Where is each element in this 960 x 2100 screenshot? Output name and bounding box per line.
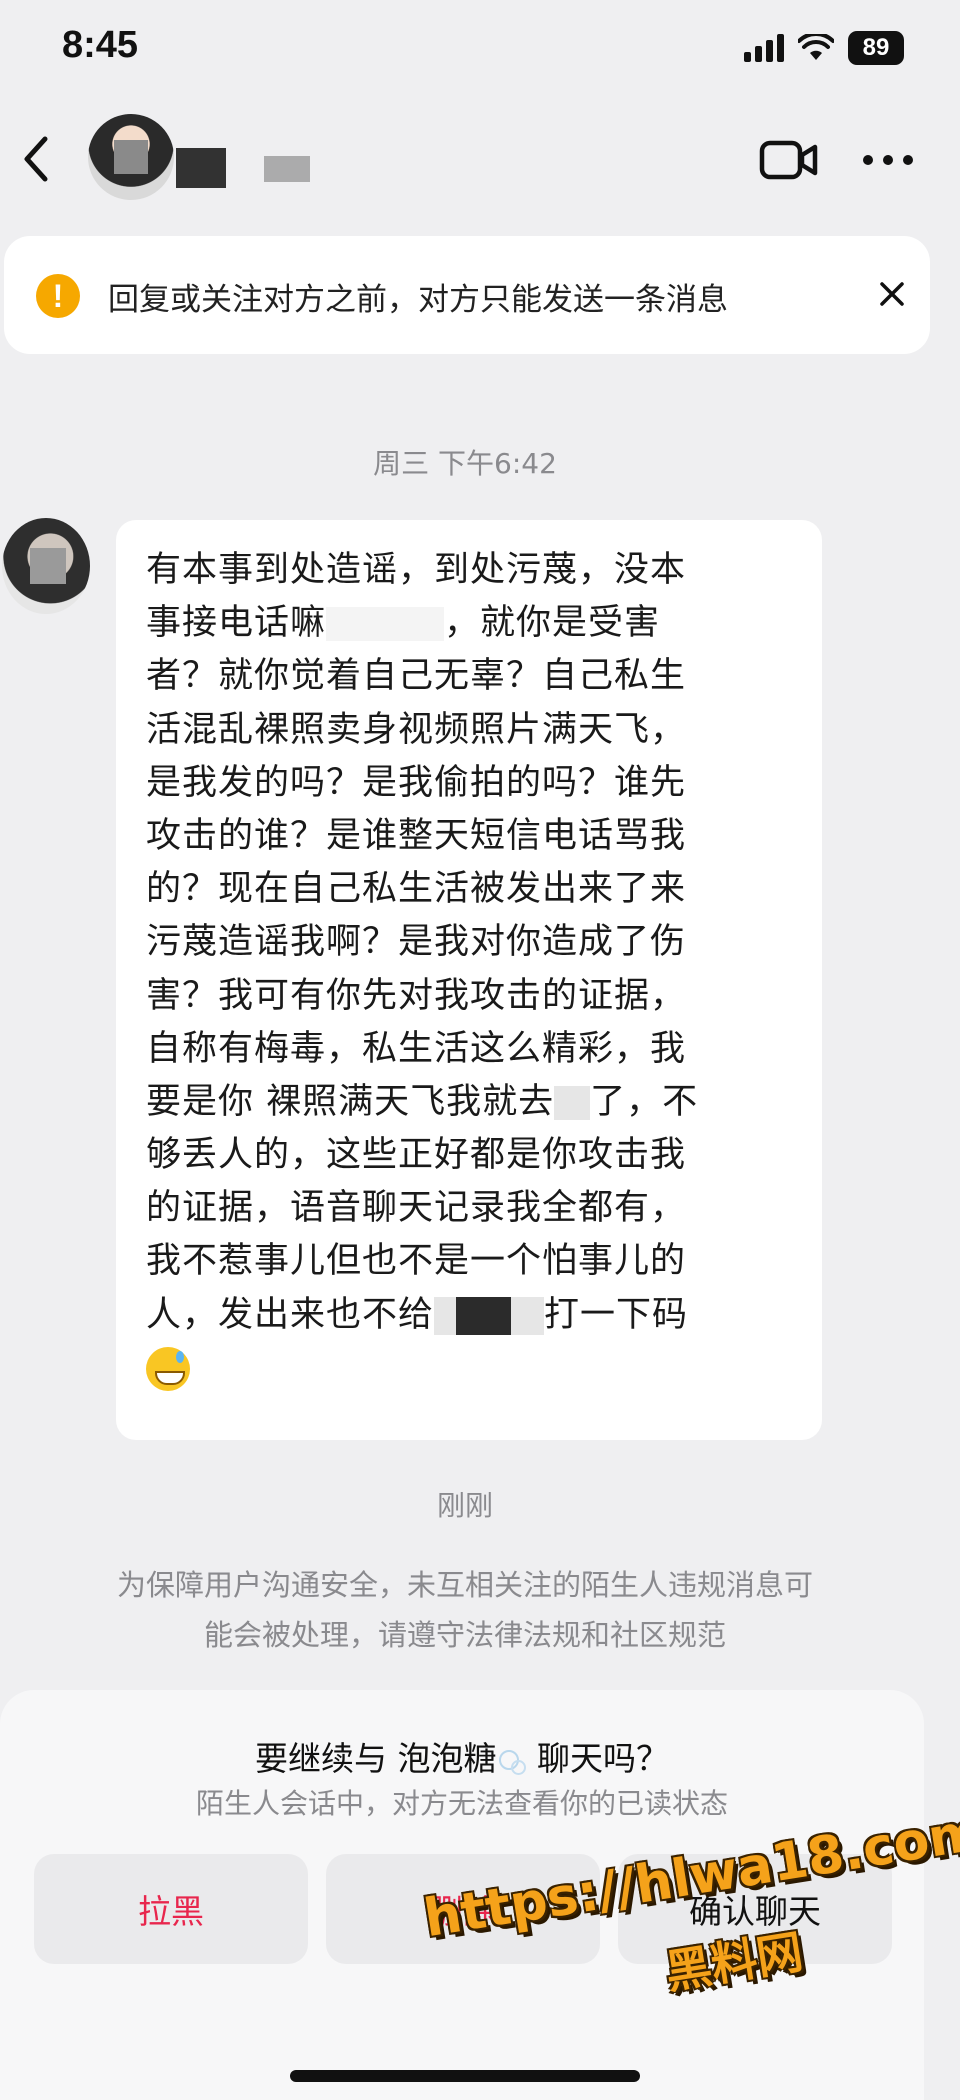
message-line: 的？现在自己私生活被发出来了来 <box>146 869 687 910</box>
message-bubble[interactable]: 有本事到处造谣，到处污蔑，没本 事接电话嘛 ，就你是受害 者？就你觉着自己无辜？自… <box>116 520 822 1440</box>
message-line: 要是你 裸照满天飞我就去 了，不 <box>146 1081 699 1122</box>
message-line <box>146 1342 792 1395</box>
message-line: 有本事到处造谣，到处污蔑，没本 <box>146 550 687 590</box>
message-line: 人，发出来也不给 打一下码 <box>146 1294 689 1335</box>
message-line: 污蔑造谣我啊？是我对你造成了伤 <box>146 922 687 963</box>
status-bar: 8:45 89 <box>0 0 960 100</box>
block-button[interactable]: 拉黑 <box>34 1854 308 1964</box>
notice-text: 回复或关注对方之前，对方只能发送一条消息 <box>108 282 728 318</box>
stranger-notice-banner: ! 回复或关注对方之前，对方只能发送一条消息 <box>4 236 930 354</box>
grinning-sweat-emoji-icon <box>146 1346 190 1391</box>
message-line: 的证据，语音聊天记录我全都有， <box>146 1188 687 1229</box>
recent-timestamp: 刚刚 <box>436 1489 493 1522</box>
message-line: 我不惹事儿但也不是一个怕事儿的 <box>146 1241 687 1282</box>
signal-icon <box>744 34 784 62</box>
video-camera-icon <box>759 140 818 180</box>
status-icons: 89 <box>744 30 904 66</box>
status-time: 8:45 <box>62 24 139 66</box>
contact-name-redacted-2 <box>264 156 310 182</box>
chevron-left-icon <box>24 136 48 182</box>
message-line: 事接电话嘛 ，就你是受害 <box>146 603 661 644</box>
redacted-text <box>434 1296 545 1335</box>
chat-header <box>0 100 960 220</box>
video-call-button[interactable] <box>756 130 822 190</box>
message-line: 害？我可有你先对我攻击的证据， <box>146 975 687 1016</box>
safety-line: 能会被处理，请遵守法律法规和社区规范 <box>203 1618 726 1652</box>
sender-avatar[interactable] <box>2 518 90 614</box>
message-line: 攻击的谁？是谁整天短信电话骂我 <box>146 815 687 856</box>
sheet-subtitle: 陌生人会话中，对方无法查看你的已读状态 <box>195 1787 728 1820</box>
close-notice-button[interactable] <box>864 266 920 322</box>
message-line: 够丢人的，这些正好都是你攻击我 <box>146 1135 687 1176</box>
watermark-name: 黑料网 <box>661 1924 807 2000</box>
safety-notice: 为保障用户沟通安全，未互相关注的陌生人违规消息可 能会被处理，请遵守法律法规和社… <box>0 1560 930 1660</box>
wifi-icon <box>798 34 834 60</box>
bubbles-icon <box>497 1746 527 1776</box>
message-timestamp: 周三 下午6:42 <box>373 447 557 480</box>
contact-name-redacted <box>176 148 226 188</box>
message-line: 活混乱裸照卖身视频照片满天飞， <box>146 709 687 750</box>
home-indicator[interactable] <box>290 2070 640 2082</box>
redacted-text <box>326 607 445 642</box>
safety-line: 为保障用户沟通安全，未互相关注的陌生人违规消息可 <box>116 1568 813 1602</box>
contact-avatar[interactable] <box>88 114 174 200</box>
message-line: 自称有梅毒，私生活这么精彩，我 <box>146 1028 687 1069</box>
battery-icon: 89 <box>848 31 904 65</box>
sheet-title: 要继续与 泡泡糖 聊天吗？ <box>255 1739 669 1778</box>
message-line: 者？就你觉着自己无辜？自己私生 <box>146 656 687 697</box>
redacted-text <box>554 1085 591 1120</box>
message-line: 是我发的吗？是我偷拍的吗？谁先 <box>146 762 687 803</box>
warning-icon: ! <box>36 274 80 318</box>
back-button[interactable] <box>8 124 64 194</box>
more-button[interactable] <box>858 130 918 190</box>
ellipsis-icon <box>863 155 913 165</box>
close-icon <box>880 282 904 306</box>
